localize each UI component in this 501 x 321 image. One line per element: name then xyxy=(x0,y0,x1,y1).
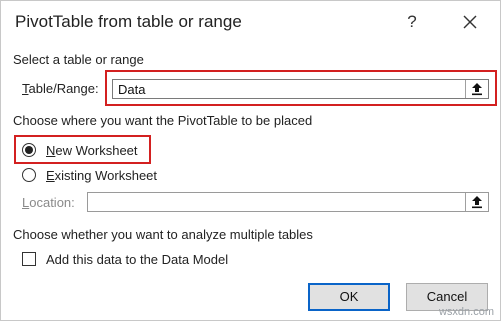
close-button[interactable] xyxy=(457,9,483,35)
collapse-dialog-icon xyxy=(472,196,482,209)
location-input[interactable] xyxy=(87,192,489,212)
range-collapse-button[interactable] xyxy=(465,80,488,98)
title-bar: PivotTable from table or range ? xyxy=(1,1,500,43)
help-button[interactable]: ? xyxy=(399,9,425,35)
dialog-title: PivotTable from table or range xyxy=(15,12,242,31)
close-icon xyxy=(463,15,477,29)
pivottable-dialog: PivotTable from table or range ? Select … xyxy=(0,0,501,321)
table-range-value: Data xyxy=(118,82,146,97)
new-worksheet-radio[interactable] xyxy=(22,143,36,157)
table-range-label: Table/Range: xyxy=(22,81,99,96)
ok-button[interactable]: OK xyxy=(308,283,390,311)
new-worksheet-label[interactable]: New Worksheet xyxy=(46,143,138,158)
existing-worksheet-radio[interactable] xyxy=(22,168,36,182)
data-model-label[interactable]: Add this data to the Data Model xyxy=(46,252,228,267)
help-icon: ? xyxy=(407,12,417,31)
existing-worksheet-label[interactable]: Existing Worksheet xyxy=(46,168,157,183)
source-section-heading: Select a table or range xyxy=(13,52,144,67)
table-range-input[interactable]: Data xyxy=(112,79,489,99)
data-model-checkbox[interactable] xyxy=(22,252,36,266)
multiple-tables-heading: Choose whether you want to analyze multi… xyxy=(13,227,313,242)
placement-section-heading: Choose where you want the PivotTable to … xyxy=(13,113,313,128)
location-collapse-button[interactable] xyxy=(465,193,488,211)
radio-selected-dot xyxy=(25,146,33,154)
location-label: Location: xyxy=(22,195,75,210)
collapse-dialog-icon xyxy=(472,83,482,96)
watermark-text: wsxdn.com xyxy=(438,306,494,318)
